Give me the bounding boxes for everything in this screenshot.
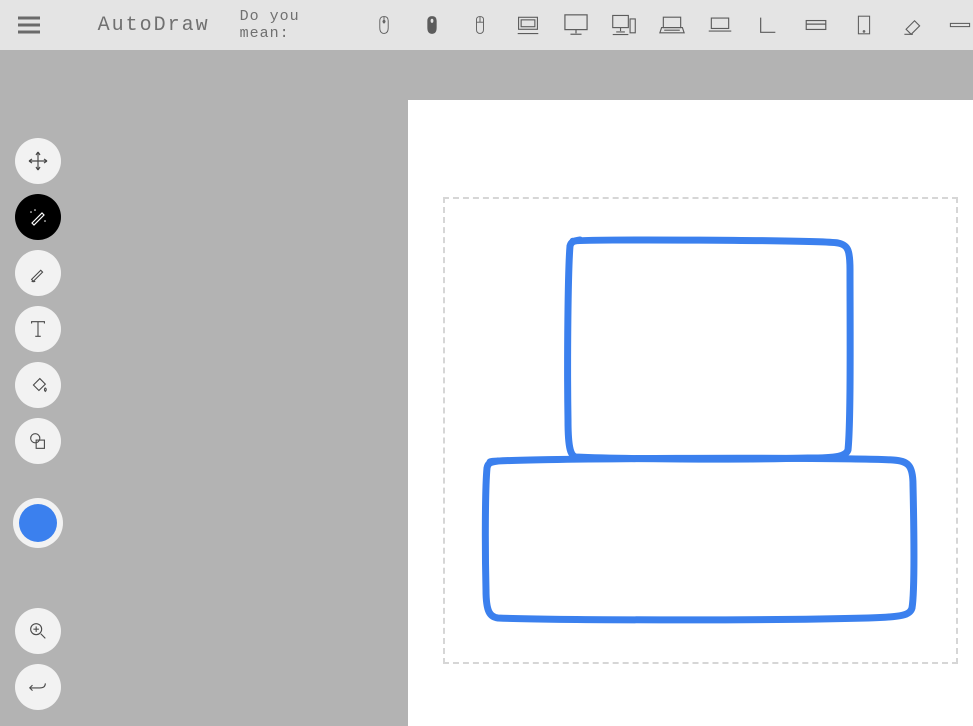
suggestion-desktop[interactable] (611, 12, 637, 38)
suggestion-angle[interactable] (755, 12, 781, 38)
text-icon (27, 318, 49, 340)
suggestion-eraser[interactable] (899, 12, 925, 38)
current-color-swatch (19, 504, 57, 542)
eraser-icon (901, 14, 923, 36)
hamburger-icon (16, 15, 42, 35)
top-bar: AutoDraw Do you mean: (0, 0, 973, 50)
suggestion-tray[interactable] (803, 12, 829, 38)
tray-icon (803, 17, 829, 33)
left-toolbar (15, 138, 61, 710)
mouse-icon (473, 13, 487, 37)
tool-select[interactable] (15, 138, 61, 184)
tool-shape[interactable] (15, 418, 61, 464)
suggestion-mouse-2[interactable] (419, 12, 445, 38)
drawing-layer (408, 100, 973, 726)
bar-icon (947, 21, 973, 29)
tool-fill[interactable] (15, 362, 61, 408)
suggestion-laptop-2[interactable] (707, 12, 733, 38)
canvas[interactable] (408, 100, 973, 726)
bucket-icon (27, 374, 49, 396)
zoom-icon (27, 620, 49, 642)
pencil-icon (27, 262, 49, 284)
tool-color[interactable] (15, 500, 61, 546)
undo-icon (27, 676, 49, 698)
suggestion-monitor-1[interactable] (515, 12, 541, 38)
tool-undo[interactable] (15, 664, 61, 710)
tool-text[interactable] (15, 306, 61, 352)
suggestion-mouse-3[interactable] (467, 12, 493, 38)
desktop-icon (611, 13, 637, 37)
suggestion-minus[interactable] (947, 12, 973, 38)
suggestion-mouse-1[interactable] (371, 12, 397, 38)
shapes-icon (27, 430, 49, 452)
monitor-icon (563, 13, 589, 37)
move-icon (26, 149, 50, 173)
suggestion-label: Do you mean: (240, 8, 355, 42)
suggestion-tablet[interactable] (851, 12, 877, 38)
magic-pencil-icon (26, 205, 50, 229)
laptop-icon (707, 16, 733, 34)
app-title: AutoDraw (98, 14, 210, 37)
hamburger-menu[interactable] (0, 0, 58, 50)
mouse-icon (377, 13, 391, 37)
suggestion-monitor-2[interactable] (563, 12, 589, 38)
mouse-icon (425, 13, 439, 37)
tool-draw[interactable] (15, 250, 61, 296)
tool-zoom[interactable] (15, 608, 61, 654)
tablet-icon (856, 14, 872, 36)
suggestion-strip (361, 12, 973, 38)
suggestion-laptop-1[interactable] (659, 12, 685, 38)
angle-icon (757, 14, 779, 36)
tool-autodraw[interactable] (15, 194, 61, 240)
monitor-icon (516, 14, 540, 36)
laptop-icon (659, 15, 685, 35)
